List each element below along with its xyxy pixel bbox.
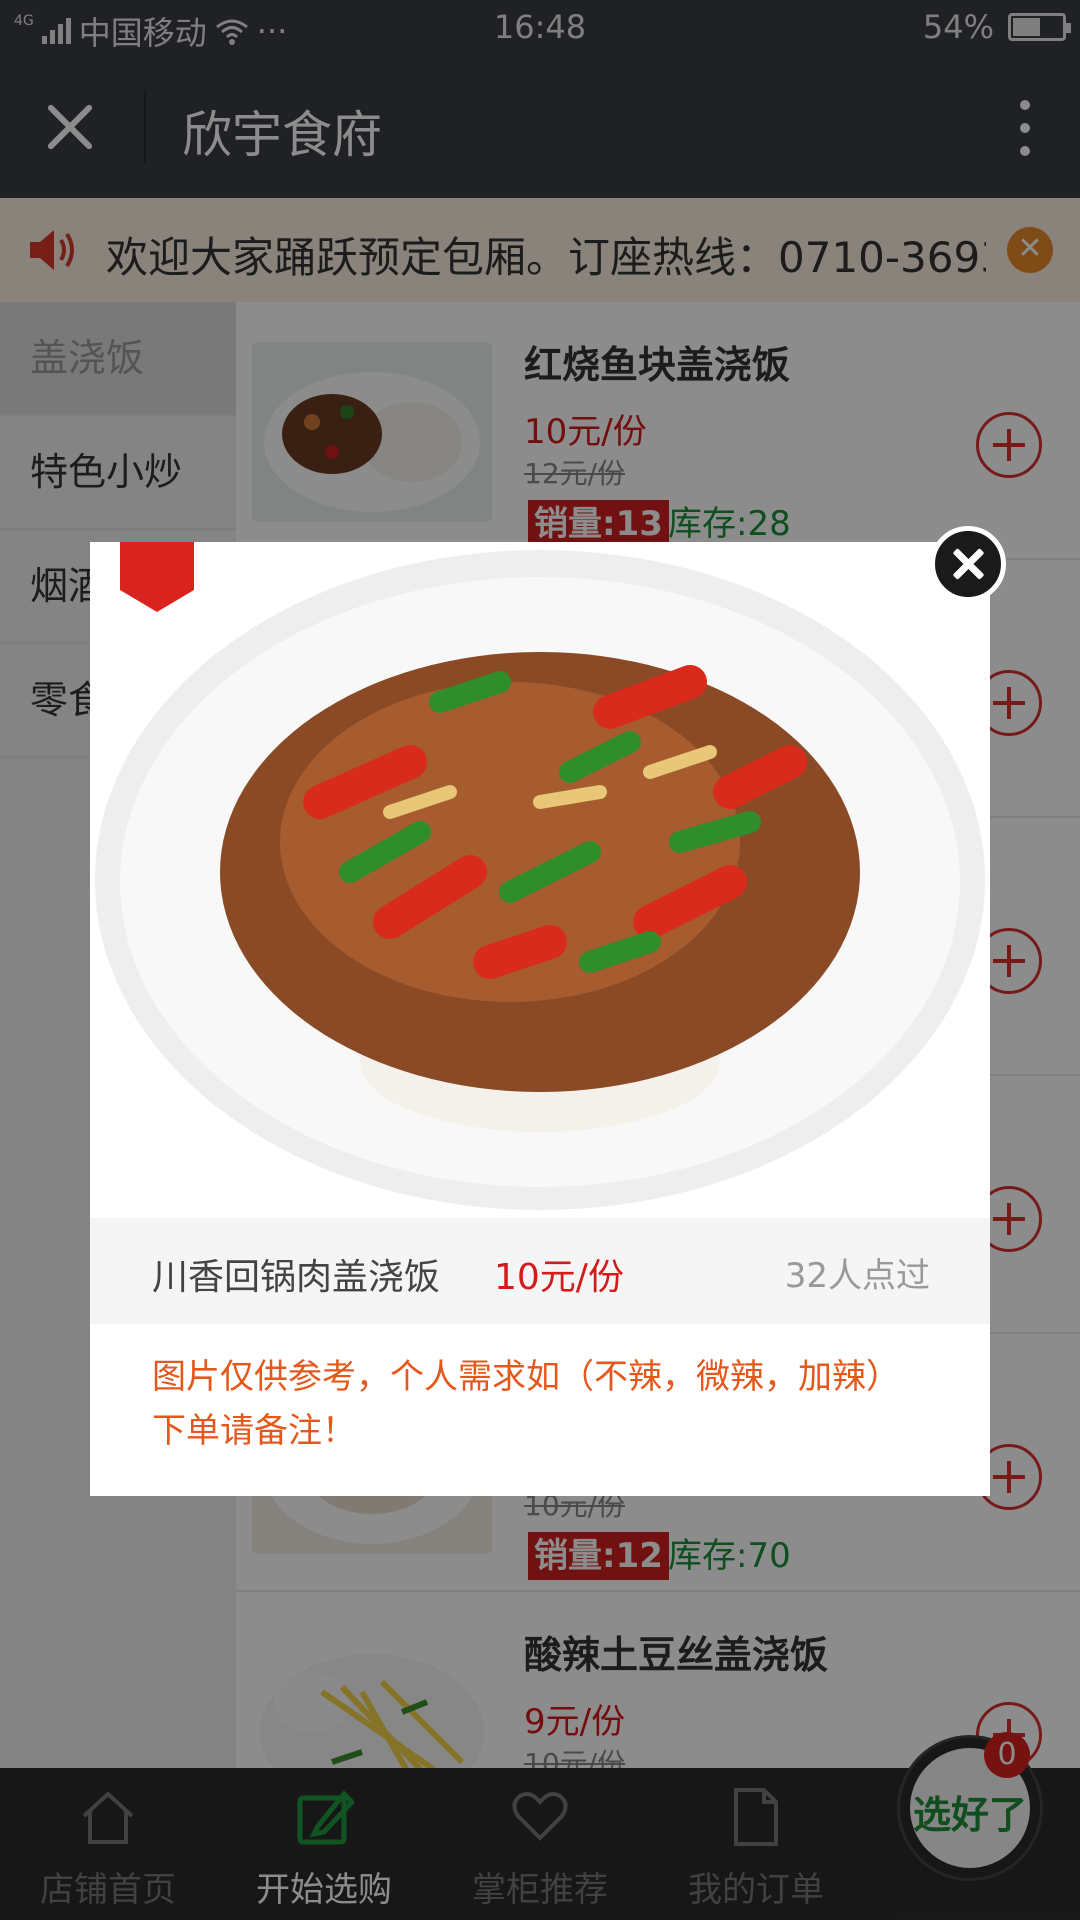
- dish-note: 图片仅供参考，个人需求如（不辣，微辣，加辣）下单请备注！: [152, 1357, 900, 1451]
- dish-name: 川香回锅肉盖浇饭: [152, 1257, 441, 1298]
- dish-price: 10元/份: [494, 1257, 624, 1298]
- dish-info-bar: 川香回锅肉盖浇饭 10元/份 32人点过: [90, 1218, 990, 1324]
- dish-detail-modal: 川香回锅肉盖浇饭 10元/份 32人点过 图片仅供参考，个人需求如（不辣，微辣，…: [90, 542, 990, 1496]
- modal-close-button[interactable]: [930, 526, 1006, 602]
- order-count: 32人点过: [784, 1256, 930, 1296]
- dish-photo: [90, 542, 990, 1218]
- ribbon-icon: [120, 542, 194, 612]
